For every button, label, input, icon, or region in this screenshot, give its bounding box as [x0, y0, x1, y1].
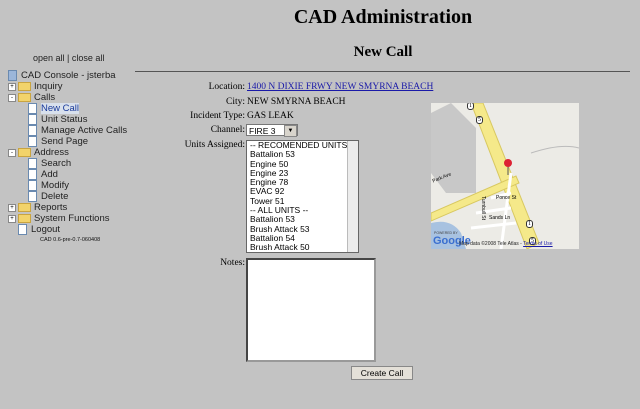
road-label: Sands Ln	[489, 215, 511, 221]
page-icon	[28, 103, 37, 114]
folder-icon	[18, 203, 31, 212]
incident-type-label: Incident Type:	[190, 111, 245, 121]
sidebar-item-label: Inquiry	[34, 81, 63, 92]
sidebar-item-label: Delete	[41, 191, 69, 202]
computer-icon	[8, 70, 17, 81]
sidebar-item-label: System Functions	[34, 213, 110, 224]
attribution-text: Map data ©2008 Tele Atlas -	[459, 241, 522, 247]
sidebar-item-label: Search	[41, 158, 72, 169]
scrollbar[interactable]	[347, 141, 358, 252]
sidebar-item-label: Calls	[34, 92, 56, 103]
notes-label: Notes:	[220, 258, 245, 268]
sidebar-item-label: Add	[41, 169, 58, 180]
map[interactable]: Park Ave Ponce St Turnbull St Sands Ln 1…	[431, 103, 579, 249]
unit-option[interactable]: Brush Attack 50	[247, 242, 358, 252]
notes-textarea[interactable]	[246, 258, 376, 362]
divider	[135, 71, 630, 72]
channel-value: FIRE 3	[249, 126, 276, 136]
location-label: Location:	[208, 82, 245, 92]
sidebar-tree: CAD Console - jsterba + Inquiry - Calls New …	[8, 70, 127, 235]
tree-root[interactable]: CAD Console - jsterba	[8, 70, 127, 81]
page-icon	[18, 224, 27, 235]
create-call-button[interactable]: Create Call	[351, 366, 413, 380]
road-label: Ponce St	[496, 195, 517, 201]
sidebar-item-label: Logout	[31, 224, 61, 235]
page-icon	[28, 169, 37, 180]
sidebar-item-reports[interactable]: + Reports	[8, 202, 127, 213]
collapse-icon[interactable]: -	[8, 148, 16, 157]
highway-shield: 1	[526, 220, 533, 228]
city-value: NEW SMYRNA BEACH	[247, 97, 346, 107]
expand-icon[interactable]: +	[8, 203, 16, 212]
close-all-link[interactable]: close all	[72, 53, 105, 63]
page-icon	[28, 125, 37, 136]
open-all-link[interactable]: open all	[33, 53, 65, 63]
sidebar-item-delete[interactable]: Delete	[8, 191, 127, 202]
sidebar-item-modify[interactable]: Modify	[8, 180, 127, 191]
sidebar-item-logout[interactable]: Logout	[8, 224, 127, 235]
version-text: CAD 0.6-pre-0.7-060408	[40, 237, 101, 243]
location-link[interactable]: 1400 N DIXIE FRWY NEW SMYRNA BEACH	[247, 82, 433, 92]
tree-root-label: CAD Console - jsterba	[21, 70, 116, 81]
expand-icon[interactable]: +	[8, 214, 16, 223]
sidebar-item-label: Address	[34, 147, 69, 158]
page-icon	[28, 180, 37, 191]
expand-icon[interactable]: +	[8, 82, 16, 91]
sidebar-item-label: Reports	[34, 202, 68, 213]
units-assigned-label: Units Assigned:	[184, 140, 245, 150]
sidebar-item-label: Unit Status	[41, 114, 88, 125]
map-attribution: Map data ©2008 Tele Atlas - Terms of Use	[459, 241, 553, 247]
channel-select[interactable]: FIRE 3 ▼	[246, 124, 298, 137]
page-icon	[28, 114, 37, 125]
highway-shield: 1	[467, 103, 474, 110]
terms-of-use-link[interactable]: Terms of Use	[523, 241, 552, 247]
page-icon	[28, 136, 37, 147]
city-label: City:	[225, 97, 245, 107]
channel-label: Channel:	[210, 125, 245, 135]
units-assigned-list[interactable]: -- RECOMENDED UNITS -- Battalion 53 Engine…	[246, 140, 359, 253]
folder-icon	[18, 93, 31, 102]
incident-type-value: GAS LEAK	[247, 111, 294, 121]
sidebar-item-label: Send Page	[41, 136, 89, 147]
sidebar-item-system-functions[interactable]: + System Functions	[8, 213, 127, 224]
page-icon	[28, 191, 37, 202]
separator: |	[67, 53, 70, 63]
sidebar-item-label: Modify	[41, 180, 69, 191]
map-graphic	[431, 103, 579, 249]
road-label: Turnbull St	[480, 196, 486, 220]
page-icon	[28, 158, 37, 169]
chevron-down-icon[interactable]: ▼	[284, 125, 297, 137]
folder-icon	[18, 214, 31, 223]
sidebar-item-search[interactable]: Search	[8, 158, 127, 169]
folder-icon	[18, 82, 31, 91]
folder-icon	[18, 148, 31, 157]
tree-controls: open all | close all	[33, 53, 104, 63]
highway-shield: 5	[476, 116, 483, 124]
page-title: CAD Administration	[293, 6, 473, 28]
sidebar-item-label: New Call	[41, 103, 80, 114]
sidebar-item-add[interactable]: Add	[8, 169, 127, 180]
collapse-icon[interactable]: -	[8, 93, 16, 102]
